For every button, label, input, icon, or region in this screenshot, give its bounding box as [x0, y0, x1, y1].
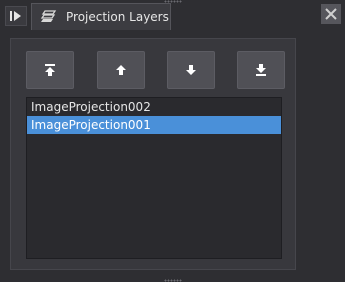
move-down-button[interactable] — [167, 51, 215, 89]
close-button[interactable] — [321, 4, 341, 24]
list-item[interactable]: ImageProjection002 — [27, 98, 281, 116]
dock-float-icon — [10, 11, 21, 21]
move-to-top-button[interactable] — [26, 51, 74, 89]
tab-projection-layers[interactable]: Projection Layers — [31, 3, 171, 30]
arrow-to-top-icon — [45, 64, 55, 76]
layers-icon — [40, 9, 58, 25]
arrow-up-icon — [116, 65, 126, 75]
projection-layers-panel: ImageProjection002 ImageProjection001 — [10, 38, 296, 270]
arrow-down-icon — [186, 65, 196, 75]
arrow-to-bottom-icon — [256, 64, 266, 76]
move-to-bottom-button[interactable] — [237, 51, 285, 89]
list-item-selected[interactable]: ImageProjection001 — [27, 116, 281, 134]
move-up-button[interactable] — [97, 51, 145, 89]
title-bar: Projection Layers — [0, 3, 345, 30]
tab-title: Projection Layers — [66, 10, 169, 24]
projection-layers-list[interactable]: ImageProjection002 ImageProjection001 — [26, 97, 282, 259]
float-panel-button[interactable] — [5, 6, 27, 26]
close-icon — [325, 8, 337, 20]
projection-layers-window: Projection Layers ImageProjection002 Ima… — [0, 0, 345, 282]
